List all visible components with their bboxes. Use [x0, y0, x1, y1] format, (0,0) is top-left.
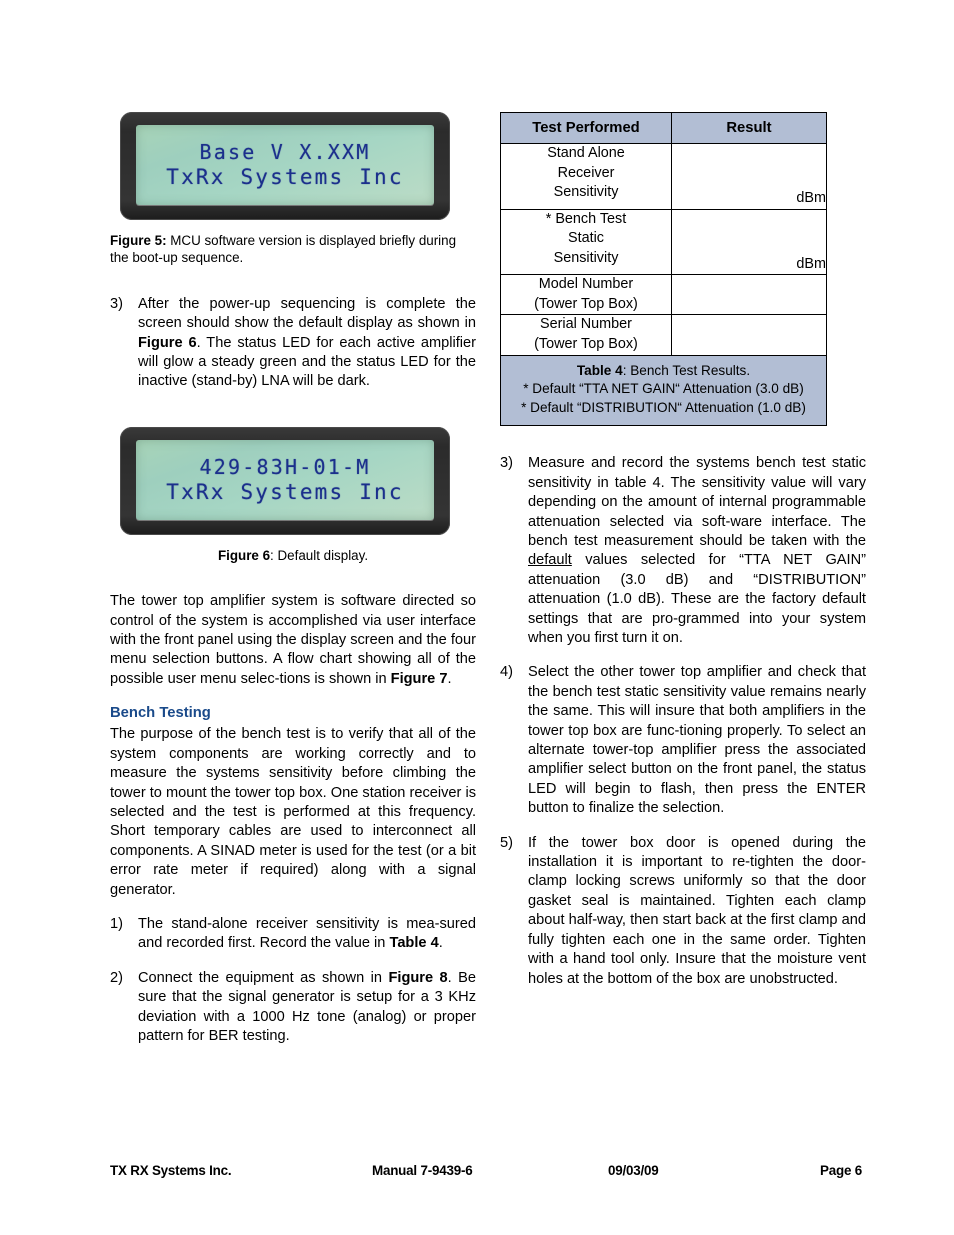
- right-list-item-5: 5) If the tower box door is opened during…: [500, 834, 866, 989]
- table-caption-note-2: * Default “DISTRIBUTION“ Attenuation (1.…: [521, 399, 806, 415]
- page-footer: TX RX Systems Inc. Manual 7-9439-6 09/03…: [110, 1163, 862, 1178]
- lcd-screen: Base V X.XXM TxRx Systems Inc: [136, 125, 434, 205]
- table-header-row: Test Performed Result: [500, 112, 827, 144]
- table-row: * Bench Test Static Sensitivity dBm: [500, 208, 827, 276]
- right-item5-text: If the tower box door is opened during t…: [528, 834, 866, 987]
- left-list-item-3: 3) After the power-up sequencing is compl…: [110, 295, 476, 392]
- bench-testing-heading: Bench Testing: [110, 705, 211, 722]
- cell-test-performed: * Bench Test Static Sensitivity: [500, 208, 672, 276]
- table-row: Model Number (Tower Top Box): [500, 274, 827, 316]
- figure-5: Base V X.XXM TxRx Systems Inc Figure 5: …: [110, 112, 476, 267]
- bench-test-results-table: Test Performed Result Stand Alone Receiv…: [500, 112, 827, 427]
- lcd-module-figure-6: 429-83H-01-M TxRx Systems Inc: [120, 426, 450, 535]
- table-row: Stand Alone Receiver Sensitivity dBm: [500, 143, 827, 210]
- item2-text-part1: Connect the equipment as shown in: [138, 969, 389, 986]
- table-caption-row: Table 4: Bench Test Results. * Default “…: [500, 354, 827, 427]
- document-page: Base V X.XXM TxRx Systems Inc Figure 5: …: [0, 0, 954, 1235]
- item3-text-part1: After the power-up sequencing is complet…: [138, 295, 476, 332]
- table-caption-label: Table 4: [576, 362, 623, 378]
- footer-page-number: Page 6: [820, 1163, 862, 1178]
- software-para-bold-ref: Figure 7: [390, 670, 448, 687]
- list-marker: 3): [110, 295, 123, 312]
- software-para-part2: .: [447, 670, 452, 687]
- item1-bold-ref: Table 4: [389, 935, 439, 952]
- cell-result[interactable]: dBm: [671, 208, 827, 276]
- left-column: Base V X.XXM TxRx Systems Inc Figure 5: …: [110, 112, 476, 1061]
- cell-result[interactable]: [671, 314, 827, 356]
- right-item3-underlined-word: default: [528, 552, 572, 569]
- cell-result[interactable]: dBm: [671, 143, 827, 210]
- figure-5-caption: Figure 5: MCU software version is displa…: [110, 232, 476, 267]
- list-marker: 4): [500, 664, 513, 681]
- footer-manual-number: Manual 7-9439-6: [372, 1163, 473, 1178]
- item3-bold-ref: Figure 6: [138, 334, 197, 351]
- table-caption-line-1: Table 4: Bench Test Results.: [507, 362, 820, 381]
- lcd-screen: 429-83H-01-M TxRx Systems Inc: [136, 439, 434, 520]
- table-caption-note-1: * Default “TTA NET GAIN“ Attenuation (3.…: [523, 381, 804, 397]
- right-item4-text: Select the other tower top amplifier and…: [528, 664, 866, 817]
- software-paragraph: The tower top amplifier system is softwa…: [110, 592, 476, 689]
- cell-result[interactable]: [671, 274, 827, 316]
- right-item3-part1: Measure and record the systems bench tes…: [528, 455, 866, 549]
- right-list-item-4: 4) Select the other tower top amplifier a…: [500, 663, 866, 818]
- left-list-item-1: 1) The stand-alone receiver sensitivity i…: [110, 915, 476, 954]
- table-row: Serial Number (Tower Top Box): [500, 314, 827, 356]
- list-marker: 5): [500, 834, 513, 851]
- list-marker: 3): [500, 455, 513, 472]
- left-list-item-2: 2) Connect the equipment as shown in Figu…: [110, 969, 476, 1047]
- lcd-line-1: 429-83H-01-M: [199, 454, 371, 479]
- right-column: Test Performed Result Stand Alone Receiv…: [500, 112, 866, 1004]
- figure-6-caption-label: Figure 6: [217, 547, 271, 563]
- footer-date: 09/03/09: [608, 1163, 659, 1178]
- item1-text-part2: .: [438, 935, 443, 952]
- table-caption: Table 4: Bench Test Results. * Default “…: [500, 354, 827, 427]
- right-item3-part2: values selected for “TTA NET GAIN” atten…: [528, 552, 866, 646]
- cell-test-performed: Model Number (Tower Top Box): [500, 274, 672, 316]
- table-caption-text: : Bench Test Results.: [622, 362, 751, 378]
- item2-bold-ref: Figure 8: [388, 969, 448, 986]
- lcd-line-1: Base V X.XXM: [199, 140, 371, 164]
- right-list-item-3: 3) Measure and record the systems bench t…: [500, 454, 866, 648]
- figure-6: 429-83H-01-M TxRx Systems Inc Figure 6: …: [110, 426, 476, 564]
- footer-company: TX RX Systems Inc.: [110, 1163, 232, 1178]
- lcd-line-2: TxRx Systems Inc: [166, 165, 404, 189]
- bench-testing-paragraph: The purpose of the bench test is to veri…: [110, 726, 476, 898]
- figure-6-caption: Figure 6: Default display.: [110, 547, 476, 564]
- lcd-module-figure-5: Base V X.XXM TxRx Systems Inc: [120, 112, 450, 220]
- list-marker: 1): [110, 915, 123, 932]
- cell-test-performed: Serial Number (Tower Top Box): [500, 314, 672, 356]
- column-header-test-performed: Test Performed: [500, 112, 672, 144]
- figure-5-caption-label: Figure 5:: [110, 233, 167, 248]
- figure-6-caption-text: : Default display.: [270, 547, 369, 563]
- column-header-result: Result: [671, 112, 827, 144]
- list-marker: 2): [110, 969, 123, 986]
- lcd-line-2: TxRx Systems Inc: [166, 479, 404, 504]
- cell-test-performed: Stand Alone Receiver Sensitivity: [500, 143, 672, 210]
